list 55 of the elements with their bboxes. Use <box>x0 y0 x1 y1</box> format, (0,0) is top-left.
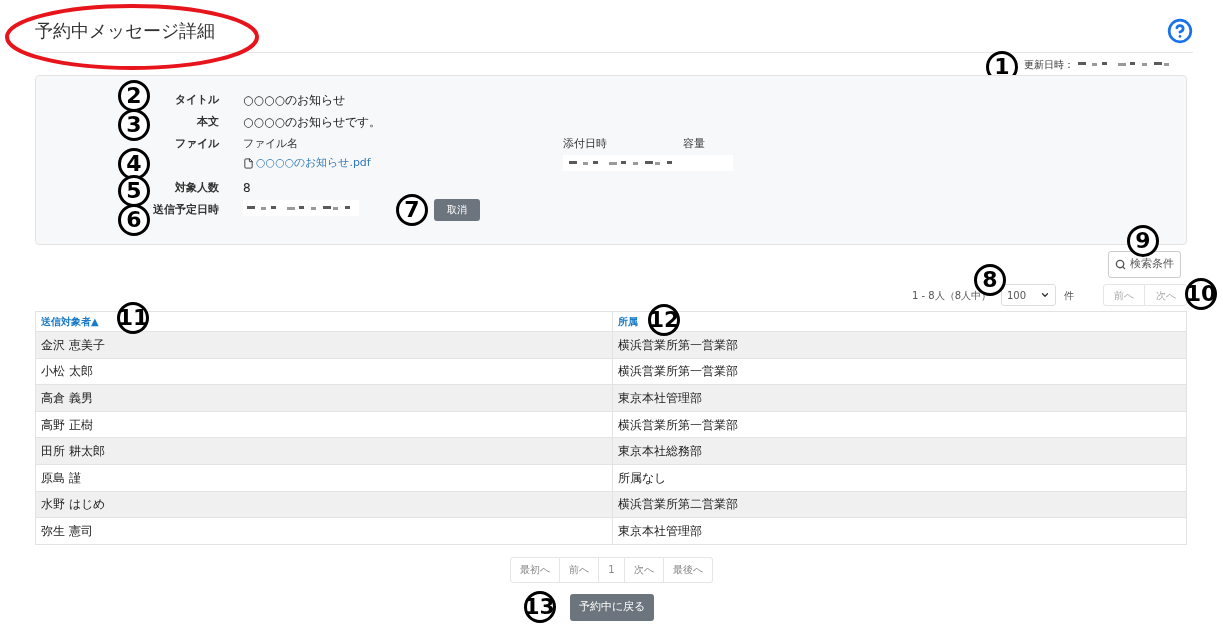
pager-button[interactable]: 前へ <box>560 556 600 583</box>
help-icon[interactable] <box>1167 17 1193 44</box>
table-cell: 東京本社総務部 <box>612 437 1187 465</box>
table-cell: 東京本社管理部 <box>612 384 1187 412</box>
pager-button[interactable]: 次へ <box>1145 284 1187 306</box>
pager-button[interactable]: 前へ <box>1103 284 1145 306</box>
back-button[interactable]: 予約中に戻る <box>569 593 654 621</box>
table-cell: 高野 正樹 <box>35 411 613 438</box>
callout-number: 4 <box>118 148 150 180</box>
callout-number: 5 <box>118 175 150 207</box>
table-cell: 横浜営業所第二営業部 <box>612 491 1187 518</box>
callout-number: 7 <box>396 194 428 226</box>
field-label: ファイル <box>175 136 219 152</box>
column-header-link[interactable]: 所属 <box>618 316 638 327</box>
page-size-select[interactable]: 100 <box>1001 284 1056 306</box>
callout-number: 6 <box>118 204 150 236</box>
table-cell: 原島 謹 <box>35 464 613 492</box>
table-cell: 小松 太郎 <box>35 358 613 385</box>
cancel-button[interactable]: 取消 <box>434 198 480 221</box>
table-cell: 東京本社管理部 <box>612 517 1187 545</box>
pager-button[interactable]: 1 <box>599 556 625 583</box>
table-cell: 田所 耕太郎 <box>35 437 613 465</box>
file-link[interactable]: ○○○○のお知らせ.pdf <box>256 155 371 171</box>
table-cell: 横浜営業所第一営業部 <box>612 411 1187 438</box>
table-cell: 高倉 義男 <box>35 384 613 412</box>
pager-button[interactable]: 最後へ <box>663 556 713 583</box>
field-value: ○○○○のお知らせ <box>243 92 346 109</box>
table-cell: 横浜営業所第一営業部 <box>612 358 1187 385</box>
callout-number: 2 <box>118 80 150 112</box>
column-header-link[interactable]: 送信対象者▲ <box>41 316 99 327</box>
field-value: ○○○○のお知らせです。 <box>243 114 382 131</box>
page-size-unit: 件 <box>1064 288 1074 303</box>
table-cell: 所属なし <box>612 464 1187 492</box>
table-cell: 弥生 憲司 <box>35 517 613 545</box>
field-label: 本文 <box>197 114 219 130</box>
search-icon <box>1115 259 1126 270</box>
updated-label: 更新日時： <box>1024 57 1074 72</box>
attachment-header: 添付日時 <box>563 136 608 152</box>
chevron-down-icon <box>1040 290 1050 300</box>
pager-button[interactable]: 次へ <box>624 556 664 583</box>
table-cell: 水野 はじめ <box>35 491 613 518</box>
field-label: 対象人数 <box>175 180 219 196</box>
callout-number: 3 <box>118 109 150 141</box>
file-name-header: ファイル名 <box>243 136 299 152</box>
search-conditions-button[interactable]: 検索条件 <box>1108 251 1181 278</box>
field-label: タイトル <box>175 92 219 108</box>
field-label: 送信予定日時 <box>153 202 219 218</box>
pager-button[interactable]: 最初へ <box>510 556 561 583</box>
file-icon <box>243 157 254 169</box>
callout-number: 12 <box>648 304 680 336</box>
table-cell: 金沢 恵美子 <box>35 331 613 359</box>
table-cell: 横浜営業所第一営業部 <box>612 331 1187 359</box>
attachment-header: 容量 <box>683 136 706 152</box>
field-value: 8 <box>243 180 252 197</box>
page-title: 予約中メッセージ詳細 <box>35 19 215 43</box>
